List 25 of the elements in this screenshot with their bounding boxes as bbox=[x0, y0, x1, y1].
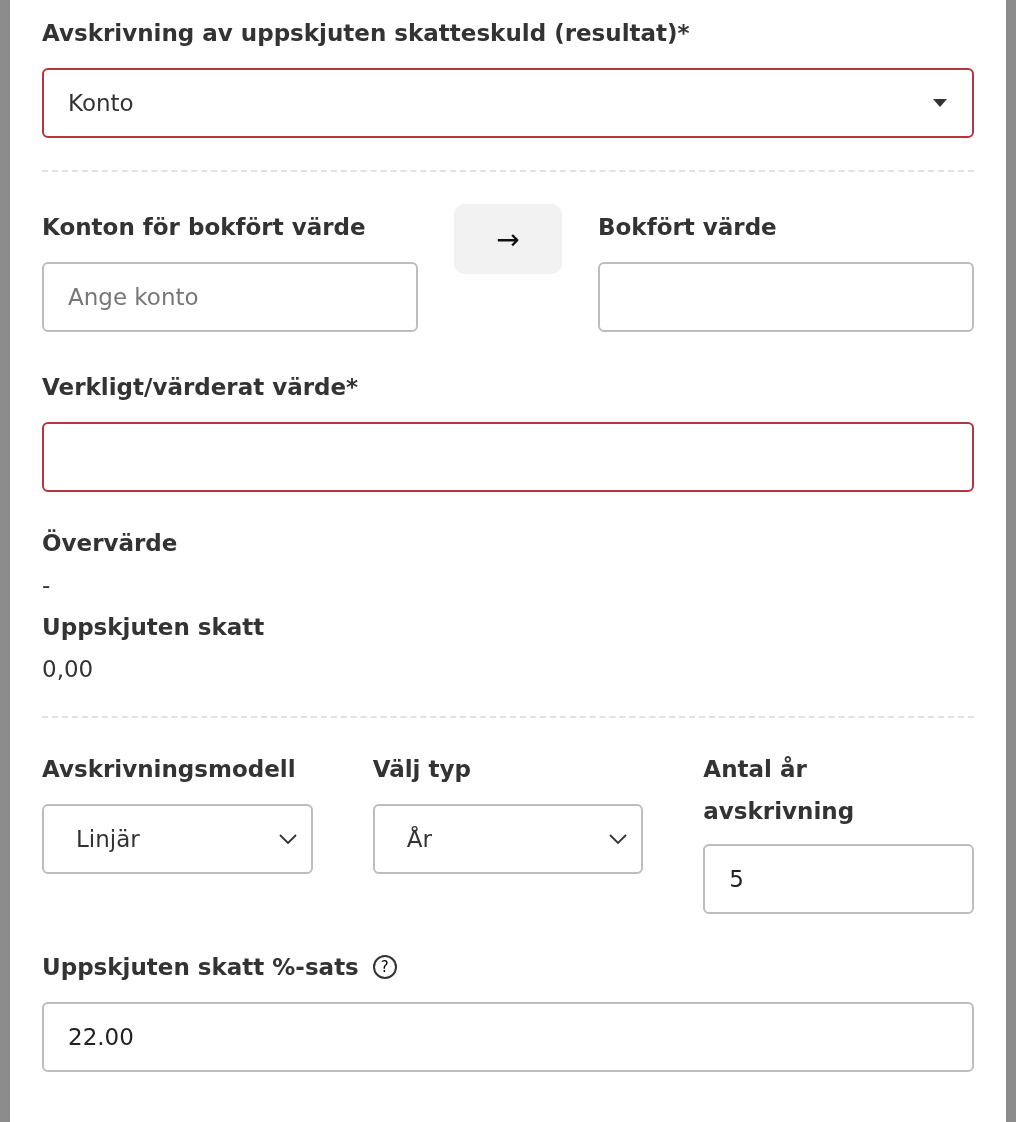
field-label: Avskrivningsmodell bbox=[42, 755, 297, 784]
field-label: Uppskjuten skatt %-sats bbox=[42, 953, 359, 982]
field-value: 0,00 bbox=[42, 655, 95, 684]
model-select[interactable]: Linjär bbox=[42, 804, 313, 874]
field-label: Antal år avskrivning bbox=[703, 755, 856, 826]
help-icon[interactable]: ? bbox=[372, 955, 397, 979]
account-input-field[interactable]: Ange konto bbox=[42, 262, 418, 332]
chevron-down-icon bbox=[609, 833, 628, 845]
field-label: Avskrivning av uppskjuten skatteskuld (resultat)* bbox=[42, 19, 691, 48]
field-label: Verkligt/värderat värde* bbox=[42, 373, 360, 402]
dropdown-caret-icon bbox=[932, 98, 948, 108]
field-value: - bbox=[42, 571, 52, 600]
years-input-field[interactable]: 5 bbox=[703, 844, 974, 914]
field-label: Övervärde bbox=[42, 528, 179, 558]
field-label: Konton för bokfört värde bbox=[42, 213, 367, 242]
field-label: Uppskjuten skatt bbox=[42, 613, 266, 642]
book-value-input-field[interactable] bbox=[598, 262, 974, 332]
chevron-down-icon bbox=[278, 833, 297, 845]
fair-value-input-field[interactable] bbox=[42, 422, 974, 492]
field-label: Bokfört värde bbox=[598, 213, 778, 242]
tax-rate-input-field[interactable]: 22.00 bbox=[42, 1002, 974, 1072]
field-label: Välj typ bbox=[372, 755, 472, 784]
arrow-button[interactable]: → bbox=[454, 204, 562, 274]
type-select[interactable]: År bbox=[372, 804, 644, 874]
account-select[interactable]: Konto bbox=[42, 68, 974, 138]
